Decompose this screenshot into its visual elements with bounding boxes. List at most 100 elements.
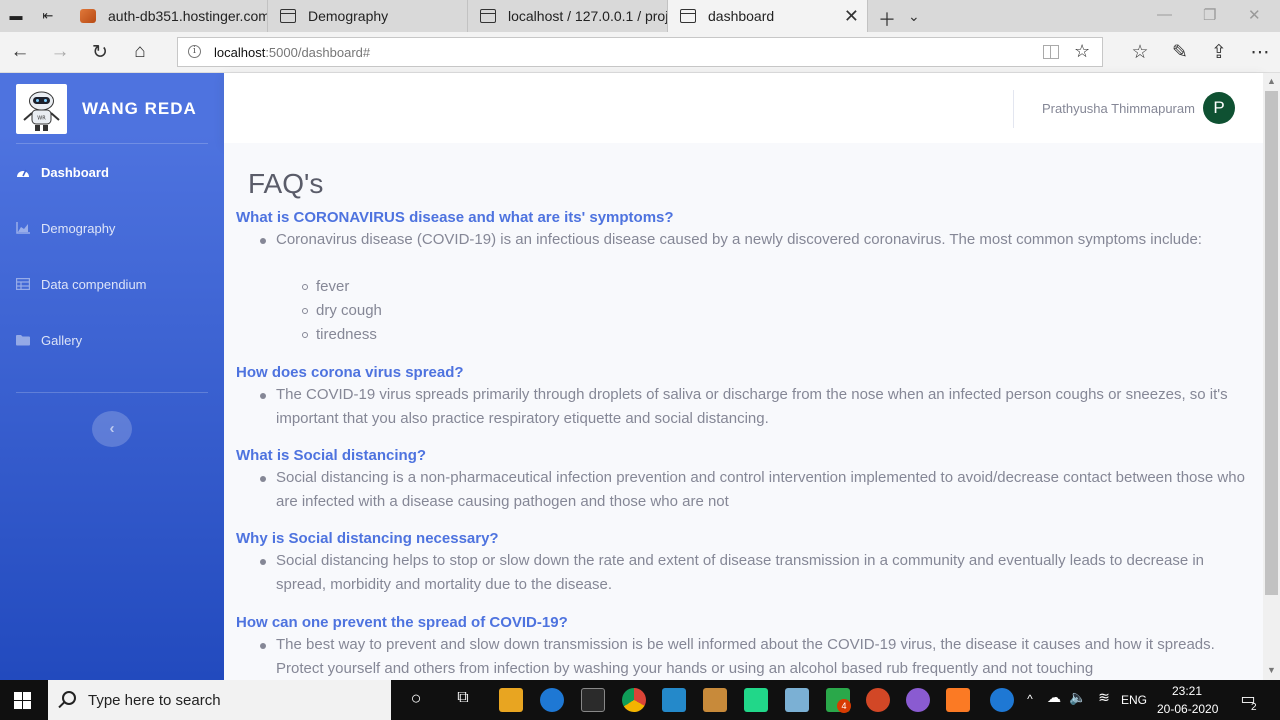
- mail-badge: 4: [837, 699, 851, 713]
- sidebar-toggle-button[interactable]: ‹: [92, 411, 132, 447]
- terminal-icon[interactable]: [581, 688, 605, 712]
- edge-browser-icon[interactable]: [540, 688, 564, 712]
- symptom-text: tiredness: [316, 326, 377, 343]
- circle-bullet-icon: [302, 284, 308, 290]
- site-info-icon[interactable]: i: [188, 45, 201, 58]
- back-icon[interactable]: ←: [8, 41, 32, 63]
- package-box-icon[interactable]: [703, 688, 727, 712]
- scroll-down-icon[interactable]: ▼: [1267, 665, 1276, 675]
- robot-logo-icon[interactable]: WR: [16, 84, 67, 134]
- browser-tab-phpmyadmin[interactable]: localhost / 127.0.0.1 / proje: [468, 0, 668, 32]
- windows-start-icon[interactable]: [14, 692, 32, 709]
- tachometer-icon: [16, 166, 30, 178]
- page-favicon-icon: [680, 9, 696, 23]
- faq-answer-text: The best way to prevent and slow down tr…: [276, 636, 1215, 677]
- faq-answer: Coronavirus disease (COVID-19) is an inf…: [260, 228, 1256, 252]
- faq-question: How can one prevent the spread of COVID-…: [236, 614, 568, 631]
- search-icon: [62, 691, 76, 705]
- page-favicon-icon: [280, 9, 296, 23]
- pen-notes-icon[interactable]: ✎: [1168, 41, 1192, 64]
- sidebar-item-demography[interactable]: Demography: [16, 216, 208, 240]
- avatar[interactable]: P: [1203, 92, 1235, 124]
- sidebar-item-label: Data compendium: [41, 276, 147, 292]
- bullet-icon: [260, 476, 266, 482]
- file-explorer-icon[interactable]: [499, 688, 523, 712]
- url-path: :5000/dashboard#: [265, 45, 371, 60]
- url-text[interactable]: localhost:5000/dashboard#: [214, 45, 370, 60]
- table-icon: [15, 277, 31, 291]
- topbar-divider: [1013, 90, 1014, 128]
- set-aside-tabs-icon[interactable]: ⇤: [40, 8, 56, 24]
- faq-question: How does corona virus spread?: [236, 364, 464, 381]
- sidebar-item-label: Demography: [41, 220, 116, 236]
- github-icon[interactable]: [906, 688, 930, 712]
- taskbar-search-box[interactable]: Type here to search: [48, 680, 391, 720]
- home-icon[interactable]: ⌂: [128, 41, 152, 63]
- share-icon[interactable]: ⇪: [1207, 41, 1231, 64]
- notification-count: 2: [1251, 702, 1257, 713]
- circle-bullet-icon: [302, 332, 308, 338]
- forward-icon[interactable]: →: [48, 41, 72, 63]
- browser-tab-demography[interactable]: Demography: [268, 0, 468, 32]
- task-view-icon[interactable]: ⧉: [451, 689, 475, 707]
- clock-time[interactable]: 23:21: [1172, 684, 1202, 698]
- chart-area-icon: [16, 222, 30, 234]
- powerpoint-icon[interactable]: [866, 688, 890, 712]
- vscode-icon[interactable]: [662, 688, 686, 712]
- chevron-up-icon[interactable]: ^: [1018, 692, 1042, 706]
- chrome-icon[interactable]: [622, 688, 646, 712]
- user-name[interactable]: Prathyusha Thimmapuram: [1042, 101, 1195, 116]
- maximize-icon[interactable]: ❐: [1203, 6, 1216, 24]
- hostinger-favicon-icon: [80, 9, 96, 23]
- address-bar[interactable]: i localhost:5000/dashboard# ☆: [177, 37, 1103, 67]
- refresh-icon[interactable]: ↻: [88, 41, 112, 64]
- search-placeholder: Type here to search: [88, 692, 221, 709]
- close-tab-icon[interactable]: ✕: [844, 6, 859, 27]
- sidebar-divider: [16, 392, 208, 393]
- minimize-icon[interactable]: —: [1157, 6, 1172, 23]
- tab-actions-icon[interactable]: ▬: [8, 8, 24, 24]
- cortana-icon[interactable]: ○: [404, 688, 428, 709]
- onedrive-cloud-icon[interactable]: ☁: [1042, 689, 1066, 706]
- notes-icon[interactable]: [785, 688, 809, 712]
- faq-answer: Social distancing is a non-pharmaceutica…: [260, 466, 1256, 514]
- pycharm-icon[interactable]: [744, 688, 768, 712]
- wifi-icon[interactable]: ≋: [1092, 689, 1116, 706]
- close-window-icon[interactable]: ✕: [1248, 6, 1261, 24]
- tab-list-chevron-down-icon[interactable]: ⌄: [908, 8, 920, 25]
- more-options-icon[interactable]: ⋯: [1248, 41, 1272, 64]
- reading-view-icon[interactable]: [1043, 45, 1059, 59]
- tab-title: Demography: [308, 8, 389, 24]
- page-title: FAQ's: [248, 168, 324, 199]
- symptom-text: dry cough: [316, 302, 382, 319]
- volume-icon[interactable]: 🔈: [1066, 689, 1090, 706]
- faq-answer: The COVID-19 virus spreads primarily thr…: [260, 383, 1256, 431]
- browser-tab-bar: ▬ ⇤ auth-db351.hostinger.com / Demograph…: [0, 0, 1280, 32]
- brand-name[interactable]: WANG REDA: [82, 99, 197, 119]
- clock-date[interactable]: 20-06-2020: [1157, 702, 1218, 716]
- circle-bullet-icon: [302, 308, 308, 314]
- sidebar-divider: [16, 143, 208, 144]
- sidebar-item-dashboard[interactable]: Dashboard: [16, 160, 208, 184]
- sidebar-item-data-compendium[interactable]: Data compendium: [15, 272, 208, 296]
- scroll-thumb[interactable]: [1265, 91, 1278, 595]
- language-indicator[interactable]: ENG: [1121, 693, 1147, 707]
- scroll-up-icon[interactable]: ▲: [1267, 76, 1276, 86]
- browser-nav-bar: ← → ↻ ⌂ i localhost:5000/dashboard# ☆ ☆ …: [0, 32, 1280, 73]
- page-scrollbar[interactable]: ▲ ▼: [1263, 73, 1280, 680]
- faq-question: Why is Social distancing necessary?: [236, 530, 499, 547]
- help-icon[interactable]: [990, 688, 1014, 712]
- sidebar-item-gallery[interactable]: Gallery: [16, 328, 208, 352]
- browser-tab-dashboard[interactable]: dashboard ✕: [668, 0, 868, 32]
- new-tab-icon[interactable]: ＋: [878, 6, 896, 32]
- sidebar-item-label: Gallery: [41, 332, 83, 348]
- faq-question: What is Social distancing?: [236, 447, 427, 464]
- symptom-item: dry cough: [302, 302, 382, 319]
- folder-icon: [16, 334, 30, 346]
- symptom-item: fever: [302, 278, 349, 295]
- browser-tab-hostinger[interactable]: auth-db351.hostinger.com /: [68, 0, 268, 32]
- xampp-icon[interactable]: [946, 688, 970, 712]
- favorites-list-icon[interactable]: ☆: [1128, 41, 1152, 64]
- url-host: localhost: [214, 45, 266, 60]
- favorite-star-icon[interactable]: ☆: [1074, 41, 1090, 62]
